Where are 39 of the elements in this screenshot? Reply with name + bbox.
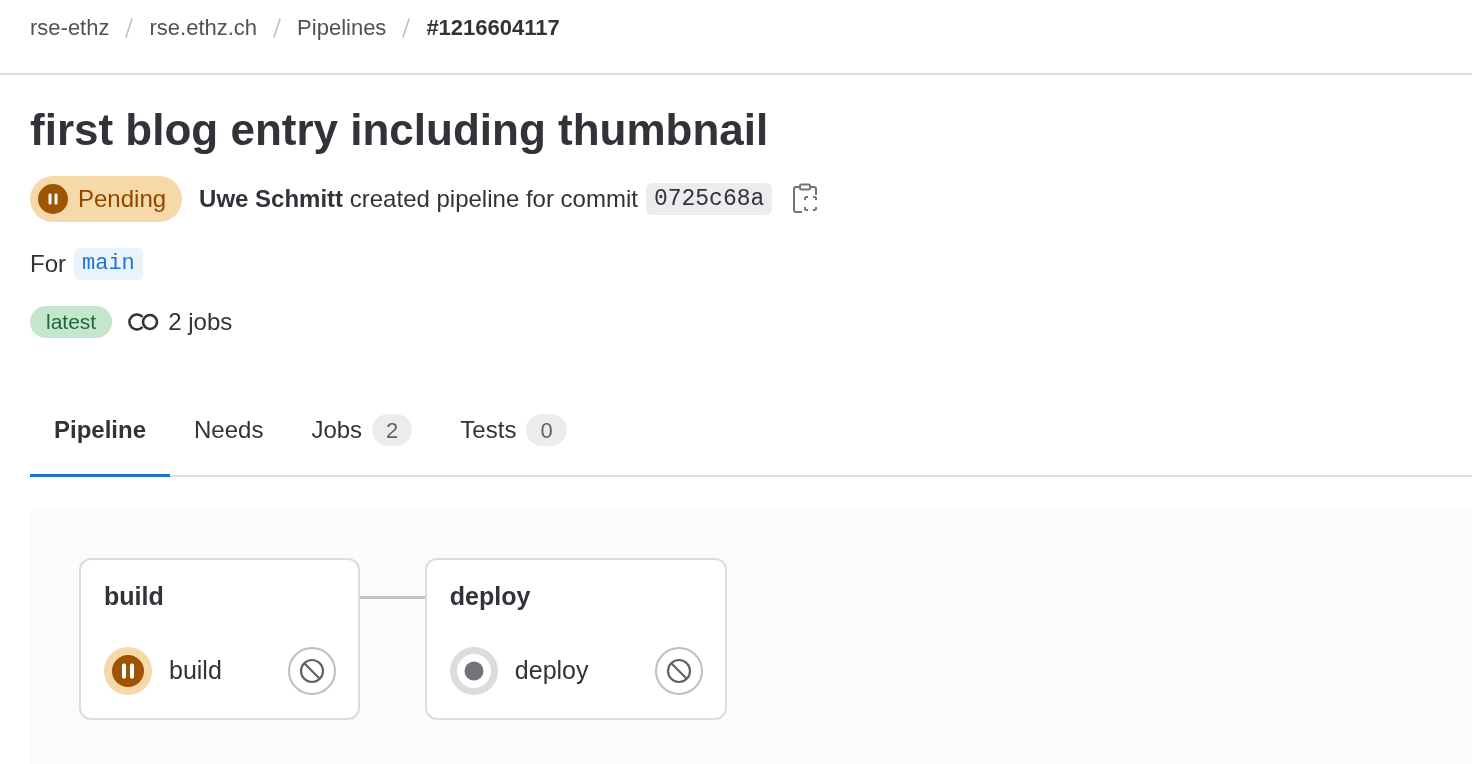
pipeline-title: first blog entry including thumbnail <box>30 104 770 156</box>
branch-link[interactable]: main <box>74 248 143 280</box>
pipeline-summary: Uwe Schmitt created pipeline for commit <box>199 184 638 214</box>
slash-icon <box>273 18 282 38</box>
pause-status-icon <box>104 647 152 695</box>
slash-icon <box>125 18 134 38</box>
tab[interactable]: Pipeline <box>30 386 171 477</box>
tab-label: Pipeline <box>54 415 147 445</box>
cancel-icon <box>298 658 325 684</box>
stage-title: build <box>104 581 165 611</box>
pause-status-icon <box>38 184 68 214</box>
status-badge[interactable]: Pending <box>30 176 183 222</box>
breadcrumb-link[interactable]: rse.ethz.ch <box>149 13 258 43</box>
commit-sha[interactable]: 0725c68a <box>645 183 773 215</box>
tab-label: Tests <box>460 415 517 445</box>
jobs-count: 2 jobs <box>168 307 233 337</box>
tab[interactable]: Tests 0 <box>436 386 591 477</box>
dot-status-icon <box>449 647 498 695</box>
breadcrumb-link[interactable]: Pipelines <box>297 13 387 43</box>
job-name[interactable]: build <box>169 652 222 690</box>
tab-count: 2 <box>372 414 413 446</box>
job-name[interactable]: deploy <box>514 652 589 690</box>
tab[interactable]: Jobs 2 <box>287 386 437 477</box>
tab-label: Jobs <box>311 415 363 445</box>
stage-connector <box>359 596 425 599</box>
tab-label: Needs <box>194 415 264 445</box>
tag-badge: latest <box>30 306 113 338</box>
ref-label: For <box>30 249 66 279</box>
breadcrumb-link[interactable]: rse-ethz <box>30 13 110 43</box>
pipeline-icon <box>128 312 161 332</box>
tab[interactable]: Needs <box>170 386 288 477</box>
clipboard-icon <box>792 183 819 215</box>
cancel-button[interactable] <box>287 647 336 695</box>
cancel-button[interactable] <box>654 647 703 695</box>
tab-count: 0 <box>526 414 567 446</box>
stage-title: deploy <box>449 581 532 611</box>
breadcrumb-link[interactable]: #1216604117 <box>426 13 560 43</box>
cancel-icon <box>665 658 692 684</box>
slash-icon <box>402 18 411 38</box>
